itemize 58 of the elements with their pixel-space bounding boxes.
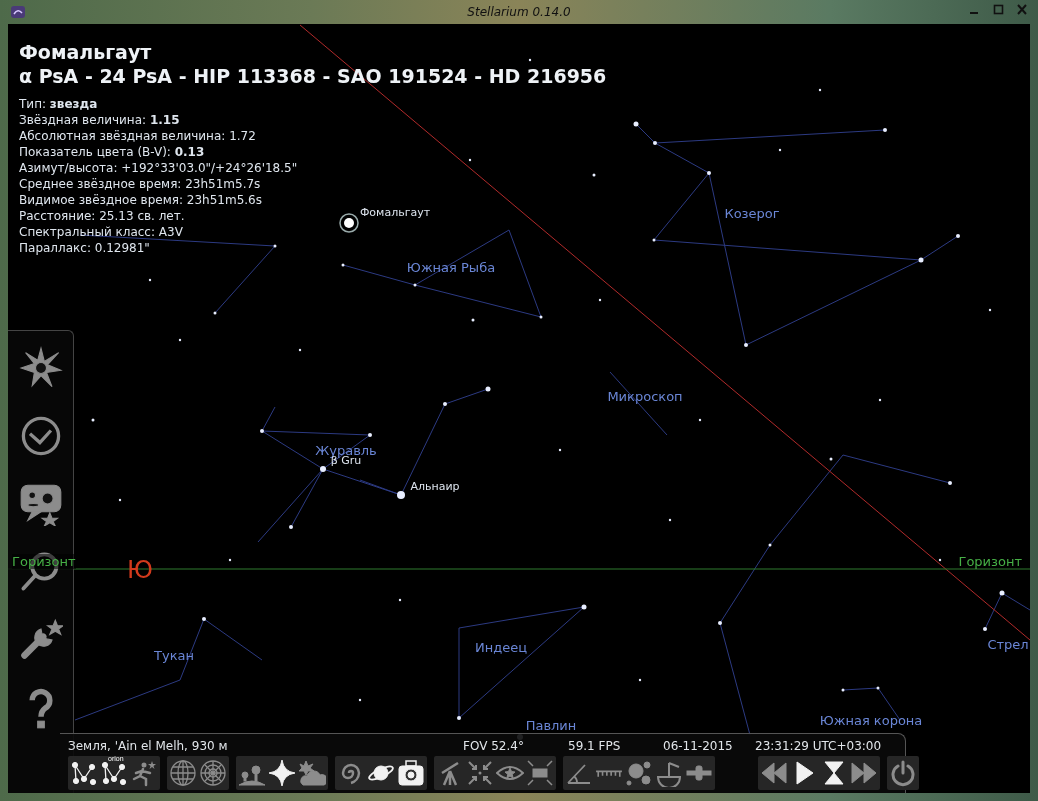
constellation-label: Микроскоп [607,389,683,404]
star-lines-icon [70,759,98,787]
object-info-line: Параллакс: 0.12981" [19,240,150,256]
constellation-label: Стрел [987,637,1029,652]
app-logo-icon [10,4,26,20]
object-designations: α PsA - 24 PsA - HIP 113368 - SAO 191524 - HD 216956 [19,64,607,88]
maximize-icon[interactable] [992,4,1006,16]
object-info-line: Расстояние: 25.13 св. лет. [19,208,185,224]
fps-text: 59.1 FPS [568,739,622,753]
arrows-inward-icon [466,759,494,787]
star-label: Фомальгаут [359,206,431,219]
sparkle-icon [268,759,296,787]
object-info-line: Звёздная величина: 1.15 [19,112,180,128]
object-info-line: Спектральный класс: A3V [19,224,183,240]
cardinal-point-label: Ю [127,556,153,584]
constellation-label: Павлин [525,718,577,733]
globe-grid-icon [169,759,197,787]
constellation-label: Южная Рыба [406,260,496,275]
fullscreen-icon [526,759,554,787]
object-info-line: Абсолютная звёздная величина: 1.72 [19,128,256,144]
object-info-line: Тип: звезда [19,96,98,112]
ruler-icon [595,768,623,778]
camera-icon [397,759,425,787]
fov-text: FOV 52.4° [463,739,525,753]
date-text: 06-11-2015 [663,739,734,753]
star-bubble-icon [18,482,63,526]
horizon-label: Горизонт [958,554,1022,569]
time-text: 23:31:29 UTC+03:00 [755,739,882,753]
observability-button[interactable] [624,758,654,788]
object-name: Фомальгаут [19,40,153,64]
star-label: Альнаир [410,480,460,493]
wrench-icon [18,618,63,662]
close-icon[interactable] [1016,4,1030,16]
constellation-label: Индеец [474,640,528,655]
screenshot-button[interactable] [396,758,426,788]
star-burst-icon [18,346,63,390]
location-text: Земля, 'Ain el Melh, 930 м [68,739,229,753]
object-info-line: Среднее звёздное время: 23h51m5.7s [19,176,261,192]
cardinal-points-button[interactable] [267,758,297,788]
horizon-label: Горизонт [12,554,76,569]
azimuthal-grid-button[interactable] [198,758,228,788]
object-info-line: Азимут/высота: +192°33'03.0"/+24°26'18.5" [19,160,298,176]
runner-icon [130,759,158,787]
rewind-icon [760,759,788,787]
object-info-line: Показатель цвета (B-V): 0.13 [19,144,205,160]
constellation-label: Южная корона [819,713,923,728]
equatorial-grid-button[interactable] [168,758,198,788]
constellation-label: Тукан [154,648,194,663]
atmosphere-button[interactable] [297,758,327,788]
window-title: Stellarium 0.14.0 [467,5,571,19]
circles-icon [625,759,653,787]
object-info-line: Видимое звёздное время: 23h51m5.6s [19,192,262,208]
target-grid-icon [199,759,227,787]
fast-forward-icon [850,759,878,787]
constellation-label: Козерог [724,206,780,221]
fullscreen-button[interactable] [525,758,555,788]
star-lines-icon [100,759,128,787]
cloud-sun-icon [298,759,326,787]
